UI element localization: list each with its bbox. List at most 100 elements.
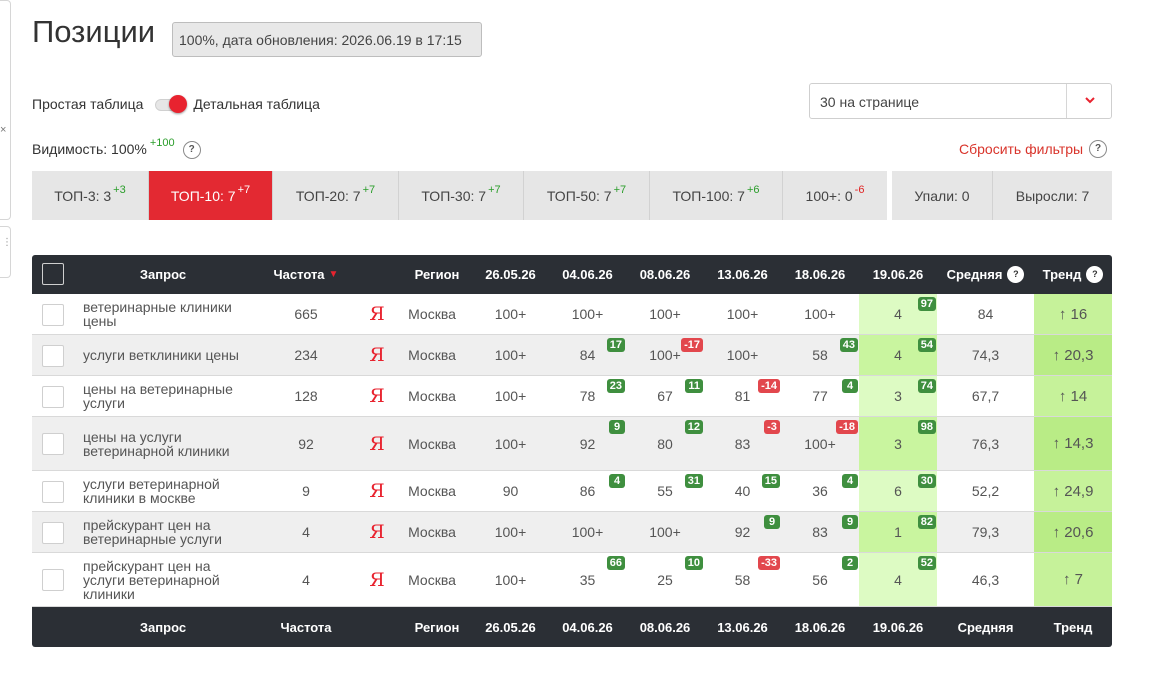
position-cell: 92 9 [704,512,781,552]
query-text: прейскурант цен на услуги ветеринарной к… [83,557,220,602]
position-value: 86 [579,483,596,499]
average-cell: 52,2 [971,483,1000,499]
trend-cell: ↑ 24,9 [1034,471,1112,511]
tab-rose[interactable]: Выросли: 7 [993,171,1112,220]
yandex-icon: Я [369,568,385,591]
view-toggle-switch[interactable] [153,95,189,113]
row-checkbox[interactable] [42,521,64,544]
table-row[interactable]: ветеринарные клиники цены 665 Я Москва 100+ 1… [32,294,1112,335]
position-change-badge: 17 [606,338,625,352]
position-value: 100+ [571,524,604,540]
footer-label: 13.06.26 [717,619,768,635]
position-value: 4 [894,571,902,588]
tab-label: ТОП-50: 7 [546,187,612,204]
position-value: 100+ [804,306,836,322]
position-value: 100+ [494,571,527,588]
tab-top-3[interactable]: ТОП-3: 3 +3 [32,171,149,220]
view-toggle-row: Простая таблица Детальная таблица [32,94,320,114]
footer-label: 18.06.26 [794,619,846,635]
tab-top-10[interactable]: ТОП-10: 7 +7 [149,171,273,220]
page-title: Позиции [32,14,156,49]
position-change-badge: -18 [836,420,858,434]
row-checkbox[interactable] [42,480,64,503]
row-checkbox[interactable] [42,344,64,367]
header-date-4[interactable]: 13.06.26 [704,255,781,294]
position-value: 80 [657,435,673,452]
frequency-cell: 128 [294,388,318,404]
position-value: 4 [894,347,902,363]
table-row[interactable]: прейскурант цен на услуги ветеринарной к… [32,553,1112,607]
detailed-table-label[interactable]: Детальная таблица [193,96,320,112]
row-checkbox[interactable] [42,385,64,408]
tab-top-20[interactable]: ТОП-20: 7 +7 [273,171,399,220]
header-date-5[interactable]: 18.06.26 [781,255,859,294]
reset-filters-link[interactable]: Сбросить фильтры [959,141,1083,157]
position-cell: 80 12 [626,417,704,470]
query-text: цены на услуги ветеринарной клиники [83,428,230,459]
footer-average: Средняя [937,607,1034,647]
tab-top-50[interactable]: ТОП-50: 7 +7 [524,171,650,220]
row-checkbox[interactable] [42,569,64,591]
drag-handle-icon[interactable]: ⋮ [2,238,12,248]
table-row[interactable]: прейскурант цен на ветеринарные услуги 4 Я… [32,512,1112,553]
tab-label: ТОП-100: 7 [672,187,745,204]
yandex-icon: Я [369,480,385,502]
region-cell: Москва [408,306,456,322]
trend-cell: ↑ 7 [1034,553,1112,606]
chevron-down-icon[interactable] [1082,92,1098,108]
tab-top-100[interactable]: ТОП-100: 7 +6 [650,171,783,220]
header-date-6[interactable]: 19.06.26 [859,255,937,294]
position-cell: 100+ [549,512,626,552]
position-change-badge: 9 [764,515,780,529]
position-value: 92 [579,435,596,452]
position-cell: 3 74 [859,376,937,416]
tab-fell[interactable]: Упали: 0 [892,171,993,220]
header-region[interactable]: Регион [397,255,477,294]
table-row[interactable]: цены на ветеринарные услуги 128 Я Москва 100… [32,376,1112,417]
header-date-3[interactable]: 08.06.26 [626,255,704,294]
position-cell: 58 43 [781,335,859,375]
position-change-badge: 9 [609,420,625,434]
header-label: Тренд [1042,267,1082,282]
table-row[interactable]: услуги ветеринарной клиники в москве 9 Я Мо… [32,471,1112,512]
table-row[interactable]: цены на услуги ветеринарной клиники 92 Я Мо… [32,417,1112,471]
header-frequency[interactable]: Частота ▼ [257,255,355,294]
header-average[interactable]: Средняя? [937,255,1034,294]
position-value: 78 [579,388,596,404]
position-value: 100+ [494,435,527,452]
header-trend[interactable]: Тренд? [1034,255,1112,294]
header-date-2[interactable]: 04.06.26 [549,255,626,294]
top-filter-tabs: ТОП-3: 3 +3 ТОП-10: 7 +7 ТОП-20: 7 +7 ТОП-3… [32,171,1112,220]
per-page-select[interactable]: 30 на странице [809,83,1112,119]
tab-100-plus[interactable]: 100+: 0 -6 [783,171,887,220]
position-cell: 58 -33 [704,553,781,606]
position-cell: 67 11 [626,376,704,416]
reset-filters[interactable]: Сбросить фильтры ? [959,140,1108,158]
select-all-checkbox[interactable] [42,263,64,285]
side-panel-handle[interactable] [0,226,11,278]
header-query[interactable]: Запрос [112,255,214,294]
yandex-icon: Я [369,432,385,455]
footer-label: 04.06.26 [562,619,613,635]
help-icon[interactable]: ? [1089,140,1108,158]
simple-table-label[interactable]: Простая таблица [32,96,143,112]
frequency-cell: 4 [302,571,310,588]
visibility-delta: +100 [149,137,175,149]
position-change-badge: 66 [606,556,625,570]
close-icon[interactable]: × [0,124,6,136]
help-icon[interactable]: ? [182,141,201,159]
select-divider [1066,84,1067,118]
average-cell: 74,3 [971,347,1000,363]
tab-top-30[interactable]: ТОП-30: 7 +7 [399,171,524,220]
row-checkbox[interactable] [42,303,64,326]
position-cell: 100+ [704,335,781,375]
position-change-badge: 97 [917,297,936,311]
help-icon[interactable]: ? [1007,266,1025,283]
side-panel-edge [0,0,11,220]
header-date-1[interactable]: 26.05.26 [472,255,549,294]
position-value: 100+ [571,306,604,322]
position-change-badge: 52 [917,556,936,570]
help-icon[interactable]: ? [1086,266,1104,283]
table-row[interactable]: услуги ветклиники цены 234 Я Москва 100+ 84 17… [32,335,1112,376]
row-checkbox[interactable] [42,433,64,455]
